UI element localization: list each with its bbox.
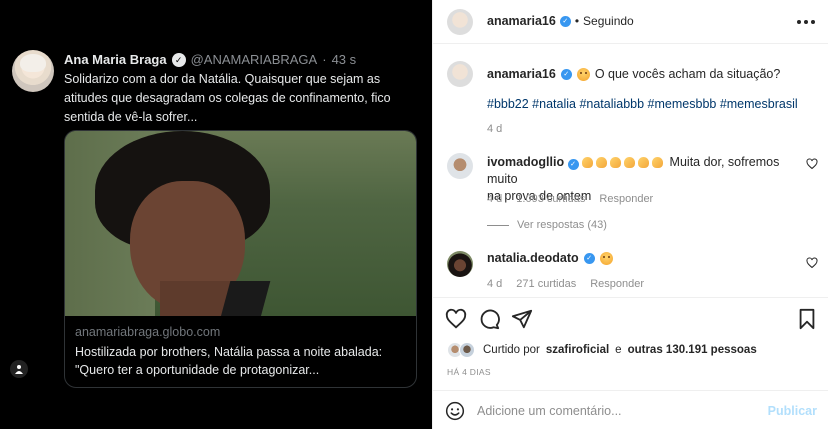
like-comment-heart-icon[interactable]	[806, 158, 818, 170]
like-heart-icon[interactable]	[445, 308, 467, 330]
worried-face-emoji-icon	[576, 67, 590, 81]
comment-meta: 4 d 271 curtidas Responder	[487, 278, 644, 290]
link-card-title: Hostilizada por brothers, Natália passa …	[75, 345, 383, 377]
liked-by-avatars	[447, 342, 477, 358]
comment-username[interactable]: ivomadogllio	[487, 155, 564, 169]
save-bookmark-icon[interactable]	[796, 308, 818, 330]
author-avatar[interactable]	[447, 9, 473, 35]
emoji-smile-icon[interactable]	[445, 401, 465, 421]
sad-face-emoji-icon	[599, 251, 613, 265]
comment-item: natalia.deodato ✓	[487, 251, 613, 265]
action-bar	[445, 308, 533, 330]
verified-icon: ✓	[567, 159, 579, 170]
verified-icon: ✓	[560, 68, 572, 80]
caption-meta: 4 d	[487, 123, 502, 135]
liked-by-others[interactable]: outras 130.191 pessoas	[628, 344, 757, 356]
post-side-panel: anamaria16 ✓ • Seguindo anamaria16 ✓ O q…	[432, 0, 828, 429]
verified-icon: ✓	[559, 15, 571, 27]
comment-bubble-icon[interactable]	[478, 308, 500, 330]
tweet-header: Ana Maria Braga ✓ @ANAMARIABRAGA · 43 s	[64, 52, 356, 67]
caption: anamaria16 ✓ O que vocês acham da situaç…	[487, 67, 780, 81]
tweet-link-card: anamariabraga.globo.com Hostilizada por …	[64, 130, 417, 388]
following-button[interactable]: Seguindo	[583, 14, 634, 28]
comment-likes[interactable]: 1.093 curtidas	[516, 193, 585, 205]
more-options-icon[interactable]	[797, 20, 815, 24]
publish-button[interactable]: Publicar	[768, 404, 817, 418]
verified-icon: ✓	[171, 52, 186, 67]
comment-age: 4 d	[487, 193, 503, 205]
tweet-author-name: Ana Maria Braga	[64, 52, 167, 67]
like-comment-heart-icon[interactable]	[806, 257, 818, 269]
view-replies-button[interactable]: Ver respostas (43)	[487, 219, 607, 231]
divider	[433, 297, 828, 298]
tweet-author-avatar	[12, 50, 54, 92]
reply-button[interactable]: Responder	[599, 193, 653, 205]
tweet-text: Solidarizo com a dor da Natália. Quaisqu…	[64, 72, 391, 124]
verified-icon: ✓	[583, 252, 595, 264]
tweet-time: 43 s	[331, 52, 357, 67]
tweet-handle: @ANAMARIABRAGA	[190, 52, 318, 67]
share-paper-plane-icon[interactable]	[511, 308, 533, 330]
posted-time[interactable]: HÁ 4 DIAS	[447, 367, 491, 377]
comment-age: 4 d	[487, 278, 503, 290]
caption-text: O que vocês acham da situação?	[594, 67, 781, 81]
caption-age: 4 d	[487, 123, 503, 135]
caption-username[interactable]: anamaria16	[487, 67, 556, 81]
clapping-hands-emoji-icon	[582, 155, 666, 169]
tagged-users-icon[interactable]	[10, 360, 28, 378]
comment-avatar[interactable]	[447, 251, 473, 277]
post-header: anamaria16 ✓ • Seguindo	[433, 0, 828, 44]
caption-avatar[interactable]	[447, 61, 473, 87]
tweet-separator: ·	[322, 52, 327, 67]
author-username[interactable]: anamaria16	[487, 14, 556, 28]
liked-by-conj: e	[615, 344, 622, 356]
comment-meta: 4 d 1.093 curtidas Responder	[487, 193, 653, 205]
post-media[interactable]: Ana Maria Braga ✓ @ANAMARIABRAGA · 43 s …	[0, 0, 432, 429]
view-replies-label: Ver respostas (43)	[517, 219, 607, 231]
comment-username[interactable]: natalia.deodato	[487, 251, 579, 265]
comment-avatar[interactable]	[447, 153, 473, 179]
liked-by: Curtido por szafiroficial e outras 130.1…	[447, 342, 757, 358]
caption-hashtags[interactable]: #bbb22 #natalia #nataliabbb #memesbbb #m…	[487, 97, 798, 111]
header-separator: •	[574, 14, 580, 28]
comment-likes[interactable]: 271 curtidas	[516, 278, 576, 290]
liked-by-prefix: Curtido por	[483, 344, 540, 356]
add-comment-bar: Publicar	[433, 390, 828, 429]
instagram-post: Ana Maria Braga ✓ @ANAMARIABRAGA · 43 s …	[0, 0, 828, 429]
reply-button[interactable]: Responder	[590, 278, 644, 290]
link-card-domain: anamariabraga.globo.com	[75, 325, 221, 339]
link-card-photo	[65, 131, 416, 316]
liked-by-user[interactable]: szafiroficial	[546, 344, 609, 356]
comment-input[interactable]	[477, 401, 757, 421]
